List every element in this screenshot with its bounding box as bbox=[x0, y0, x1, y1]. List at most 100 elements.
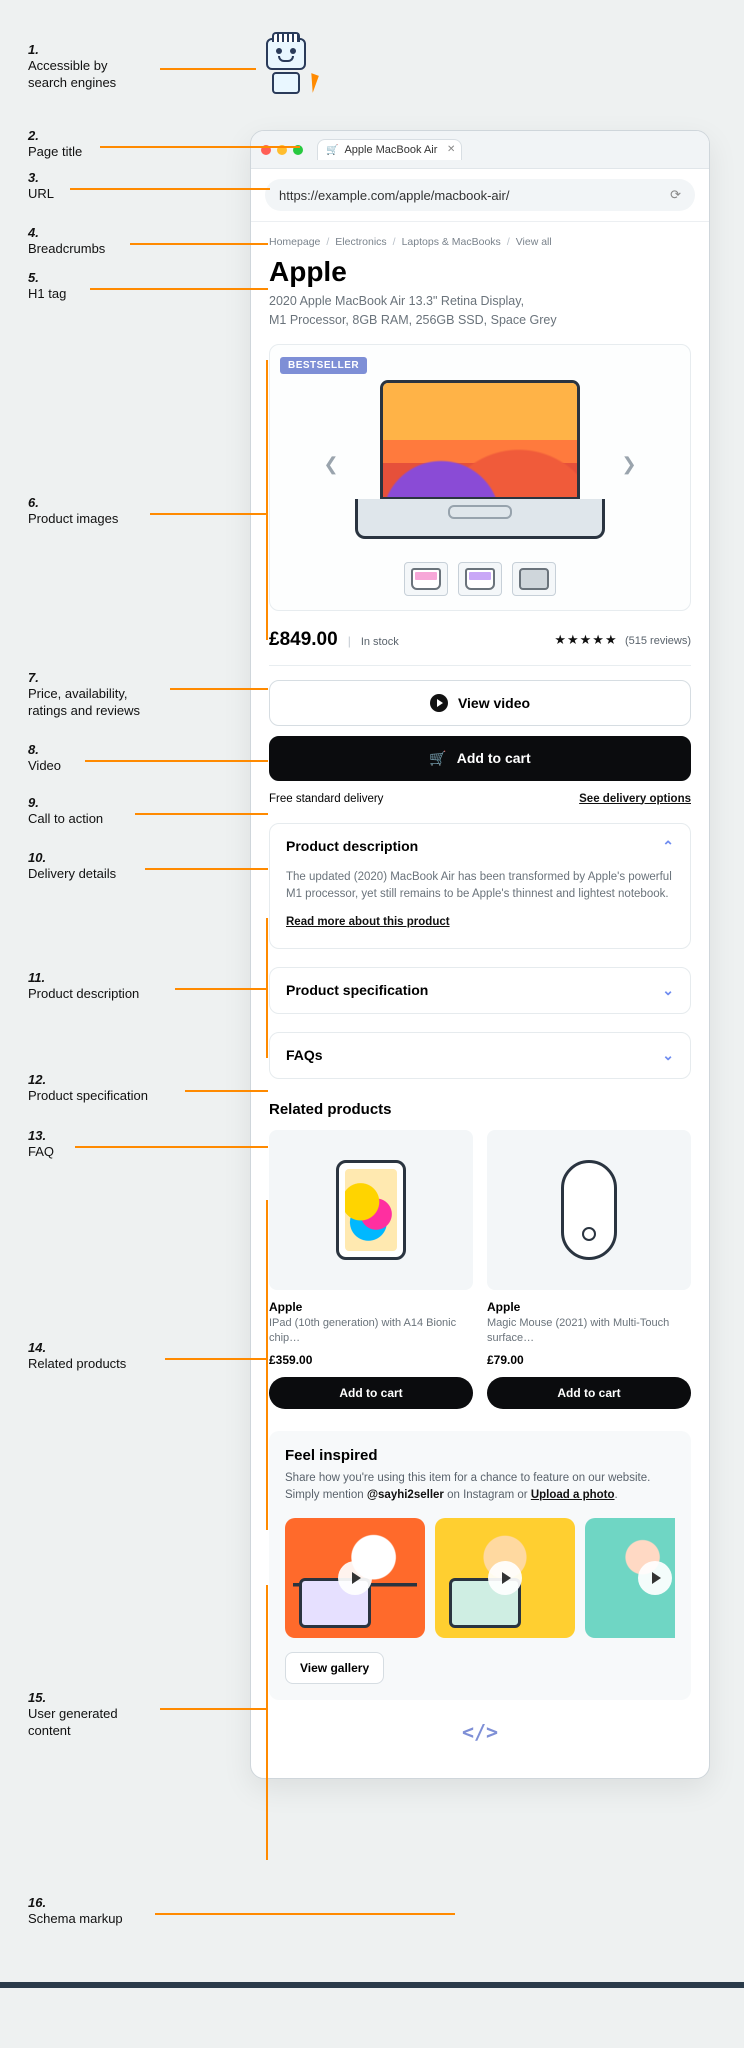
thumb[interactable] bbox=[404, 562, 448, 596]
crumb[interactable]: Laptops & MacBooks bbox=[402, 236, 501, 248]
leader-3 bbox=[70, 188, 270, 190]
tick-6 bbox=[266, 360, 268, 640]
titlebar: 🛒 Apple MacBook Air ✕ bbox=[251, 131, 709, 169]
related-brand: Apple bbox=[269, 1300, 473, 1314]
breadcrumbs: Homepage/ Electronics/ Laptops & MacBook… bbox=[269, 236, 691, 248]
tab-close-icon[interactable]: ✕ bbox=[447, 144, 455, 155]
delivery-free-text: Free standard delivery bbox=[269, 793, 383, 805]
add-to-cart-button[interactable]: 🛒 Add to cart bbox=[269, 736, 691, 781]
description-panel: Product description ⌃ The updated (2020)… bbox=[269, 823, 691, 949]
leader-13 bbox=[75, 1146, 268, 1148]
inspired-text-b: on Instagram or bbox=[444, 1489, 531, 1501]
annotation-4: 4.Breadcrumbs bbox=[28, 225, 178, 258]
related-add-button[interactable]: Add to cart bbox=[269, 1377, 473, 1409]
btn-label: Add to cart bbox=[457, 750, 531, 766]
ugc-item[interactable] bbox=[585, 1518, 675, 1638]
leader-1 bbox=[160, 68, 256, 70]
view-gallery-button[interactable]: View gallery bbox=[285, 1652, 384, 1684]
subtitle-line: M1 Processor, 8GB RAM, 256GB SSD, Space … bbox=[269, 313, 557, 327]
faq-panel: FAQs ⌄ bbox=[269, 1032, 691, 1079]
related-title: Related products bbox=[269, 1101, 691, 1118]
play-icon bbox=[638, 1561, 672, 1595]
review-count[interactable]: (515 reviews) bbox=[625, 635, 691, 647]
panel-title: Product specification bbox=[286, 982, 428, 998]
leader-5 bbox=[90, 288, 268, 290]
annotation-9: 9.Call to action bbox=[28, 795, 178, 828]
annotation-12: 12.Product specification bbox=[28, 1072, 178, 1105]
bestseller-badge: BESTSELLER bbox=[280, 357, 367, 374]
browser-frame: 🛒 Apple MacBook Air ✕ https://example.co… bbox=[250, 130, 710, 1779]
inspired-title: Feel inspired bbox=[285, 1447, 675, 1464]
url-bar[interactable]: https://example.com/apple/macbook-air/ ⟳ bbox=[265, 179, 695, 211]
view-video-button[interactable]: View video bbox=[269, 680, 691, 726]
chevron-down-icon: ⌄ bbox=[662, 1047, 674, 1064]
related-desc: Magic Mouse (2021) with Multi-Touch surf… bbox=[487, 1316, 691, 1347]
leader-8 bbox=[85, 760, 268, 762]
crumb[interactable]: Electronics bbox=[335, 236, 386, 248]
leader-6 bbox=[150, 513, 268, 515]
browser-tab[interactable]: 🛒 Apple MacBook Air ✕ bbox=[317, 139, 462, 160]
thumb[interactable] bbox=[512, 562, 556, 596]
annotation-15: 15.User generated content bbox=[28, 1690, 178, 1739]
ground-line bbox=[0, 1982, 744, 1988]
gallery-thumbs bbox=[280, 562, 680, 596]
upload-photo-link[interactable]: Upload a photo bbox=[531, 1489, 615, 1501]
delivery-row: Free standard delivery See delivery opti… bbox=[269, 793, 691, 805]
leader-16 bbox=[155, 1913, 455, 1915]
annotation-16: 16.Schema markup bbox=[28, 1895, 178, 1928]
description-body: The updated (2020) MacBook Air has been … bbox=[270, 869, 690, 948]
ugc-item[interactable] bbox=[285, 1518, 425, 1638]
annotation-13: 13.FAQ bbox=[28, 1128, 178, 1161]
panel-title: FAQs bbox=[286, 1047, 323, 1063]
tick-11 bbox=[266, 918, 268, 1058]
feel-inspired-section: Feel inspired Share how you're using thi… bbox=[269, 1431, 691, 1701]
tab-title: Apple MacBook Air bbox=[344, 144, 437, 156]
related-image[interactable] bbox=[269, 1130, 473, 1290]
leader-9 bbox=[135, 813, 268, 815]
crumb[interactable]: Homepage bbox=[269, 236, 320, 248]
annotation-2: 2.Page title bbox=[28, 128, 178, 161]
faq-toggle[interactable]: FAQs ⌄ bbox=[270, 1033, 690, 1078]
leader-10 bbox=[145, 868, 268, 870]
related-grid: Apple IPad (10th generation) with A14 Bi… bbox=[269, 1130, 691, 1409]
product-subtitle: 2020 Apple MacBook Air 13.3" Retina Disp… bbox=[269, 292, 691, 330]
read-more-link[interactable]: Read more about this product bbox=[286, 914, 450, 932]
related-brand: Apple bbox=[487, 1300, 691, 1314]
related-image[interactable] bbox=[487, 1130, 691, 1290]
annotation-8: 8.Video bbox=[28, 742, 178, 775]
related-desc: IPad (10th generation) with A14 Bionic c… bbox=[269, 1316, 473, 1347]
annotation-7: 7.Price, availability, ratings and revie… bbox=[28, 670, 178, 719]
crumb[interactable]: View all bbox=[516, 236, 552, 248]
leader-15 bbox=[160, 1708, 268, 1710]
description-toggle[interactable]: Product description ⌃ bbox=[270, 824, 690, 869]
delivery-options-link[interactable]: See delivery options bbox=[579, 793, 691, 805]
thumb[interactable] bbox=[458, 562, 502, 596]
related-add-button[interactable]: Add to cart bbox=[487, 1377, 691, 1409]
specification-toggle[interactable]: Product specification ⌄ bbox=[270, 968, 690, 1013]
leader-2 bbox=[100, 146, 300, 148]
refresh-icon[interactable]: ⟳ bbox=[670, 187, 681, 203]
annotation-14: 14.Related products bbox=[28, 1340, 178, 1373]
chevron-up-icon: ⌃ bbox=[662, 838, 674, 855]
urlbar-row: https://example.com/apple/macbook-air/ ⟳ bbox=[251, 169, 709, 222]
divider bbox=[269, 665, 691, 666]
gallery-prev-icon[interactable]: ❮ bbox=[317, 451, 345, 479]
product-gallery: BESTSELLER ❮ ❯ bbox=[269, 344, 691, 611]
cart-icon: 🛒 bbox=[429, 750, 446, 767]
leader-14 bbox=[165, 1358, 268, 1360]
panel-title: Product description bbox=[286, 838, 418, 854]
ugc-item[interactable] bbox=[435, 1518, 575, 1638]
mascot-robot bbox=[260, 38, 312, 108]
divider: | bbox=[348, 634, 351, 648]
play-icon bbox=[488, 1561, 522, 1595]
gallery-next-icon[interactable]: ❯ bbox=[615, 451, 643, 479]
star-rating: ★★★★★ bbox=[554, 632, 617, 647]
chevron-down-icon: ⌄ bbox=[662, 982, 674, 999]
description-text: The updated (2020) MacBook Air has been … bbox=[286, 871, 672, 901]
btn-label: View video bbox=[458, 695, 530, 711]
related-price: £79.00 bbox=[487, 1353, 691, 1367]
related-price: £359.00 bbox=[269, 1353, 473, 1367]
price-row: £849.00 | In stock ★★★★★ (515 reviews) bbox=[269, 629, 691, 651]
leader-11 bbox=[175, 988, 268, 990]
stock-status: In stock bbox=[361, 636, 399, 648]
